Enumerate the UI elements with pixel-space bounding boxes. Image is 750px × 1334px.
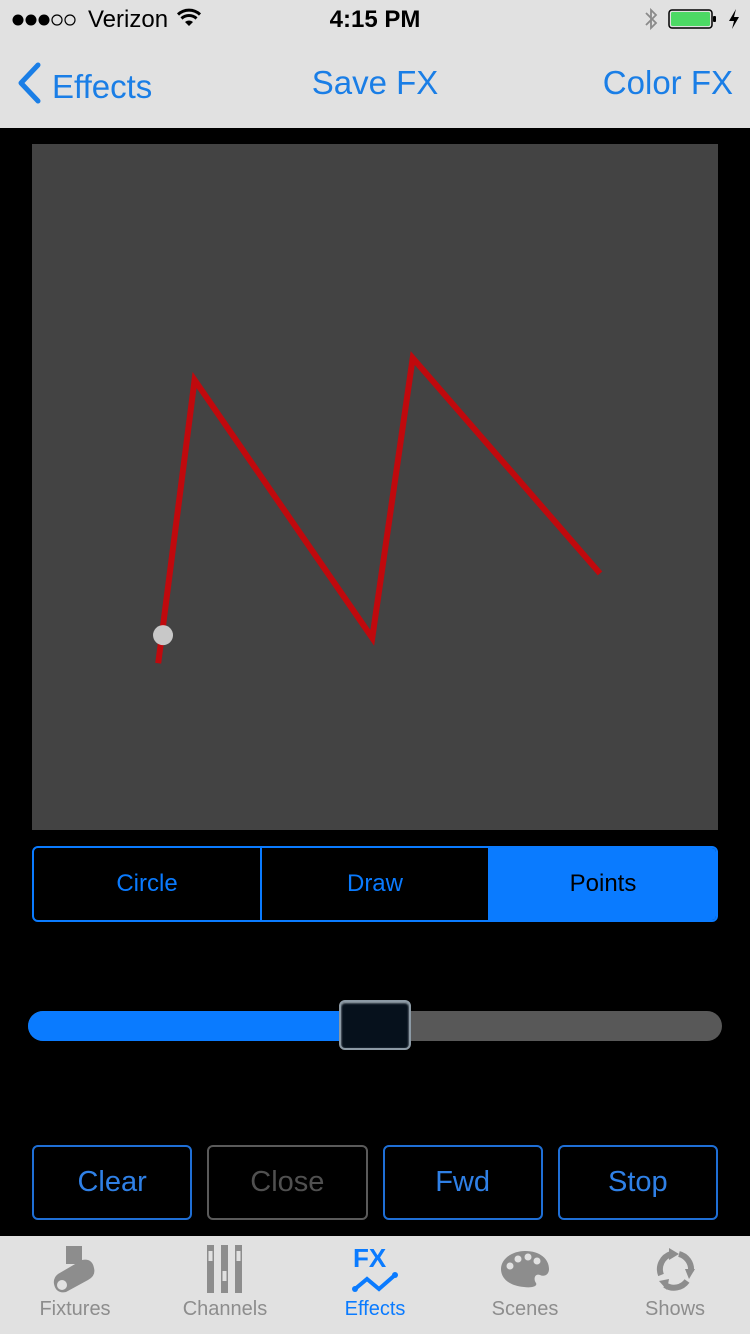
bluetooth-icon [644,7,658,36]
effect-path-svg [153,351,603,664]
control-buttons: Clear Close Fwd Stop [32,1145,718,1220]
segment-circle[interactable]: Circle [34,848,262,920]
speed-slider[interactable] [28,1000,722,1050]
segment-draw[interactable]: Draw [262,848,490,920]
tab-label: Fixtures [39,1298,111,1320]
clock: 4:15 PM [329,6,421,33]
tab-label: Effects [344,1298,406,1320]
tab-fixtures[interactable]: Fixtures [0,1236,150,1334]
tab-effects[interactable]: FX Effects [300,1236,450,1334]
clear-button[interactable]: Clear [32,1145,193,1220]
navigation-bar: Effects Save FX Color FX [0,40,750,128]
close-button[interactable]: Close [207,1145,368,1220]
slider-thumb[interactable] [339,1000,411,1050]
tab-label: Shows [644,1298,706,1320]
tab-label: Channels [182,1298,268,1320]
cycle-icon [651,1240,699,1298]
channels-icon [203,1240,247,1298]
fwd-button[interactable]: Fwd [382,1145,543,1220]
effect-position-dot[interactable] [153,625,174,646]
battery-icon [668,8,718,35]
effect-path [155,351,603,664]
slider-fill [28,1011,375,1041]
tab-bar: Fixtures Channels FX Effects Scenes Show… [0,1236,750,1334]
mode-segmented-control: Circle Draw Points [32,846,718,922]
svg-text:FX: FX [353,1243,387,1273]
segment-points[interactable]: Points [490,848,716,920]
stop-button[interactable]: Stop [557,1145,718,1220]
tab-scenes[interactable]: Scenes [450,1236,600,1334]
palette-icon [500,1240,550,1298]
charging-icon [728,8,740,35]
effect-drawing-canvas[interactable] [32,144,718,830]
status-right [644,7,740,36]
fixture-icon [52,1240,98,1298]
tab-channels[interactable]: Channels [150,1236,300,1334]
color-fx-button[interactable]: Color FX [603,64,733,102]
tab-shows[interactable]: Shows [600,1236,750,1334]
tab-label: Scenes [491,1298,559,1320]
status-bar: Verizon 4:15 PM [0,0,750,40]
fx-icon: FX [351,1240,399,1298]
